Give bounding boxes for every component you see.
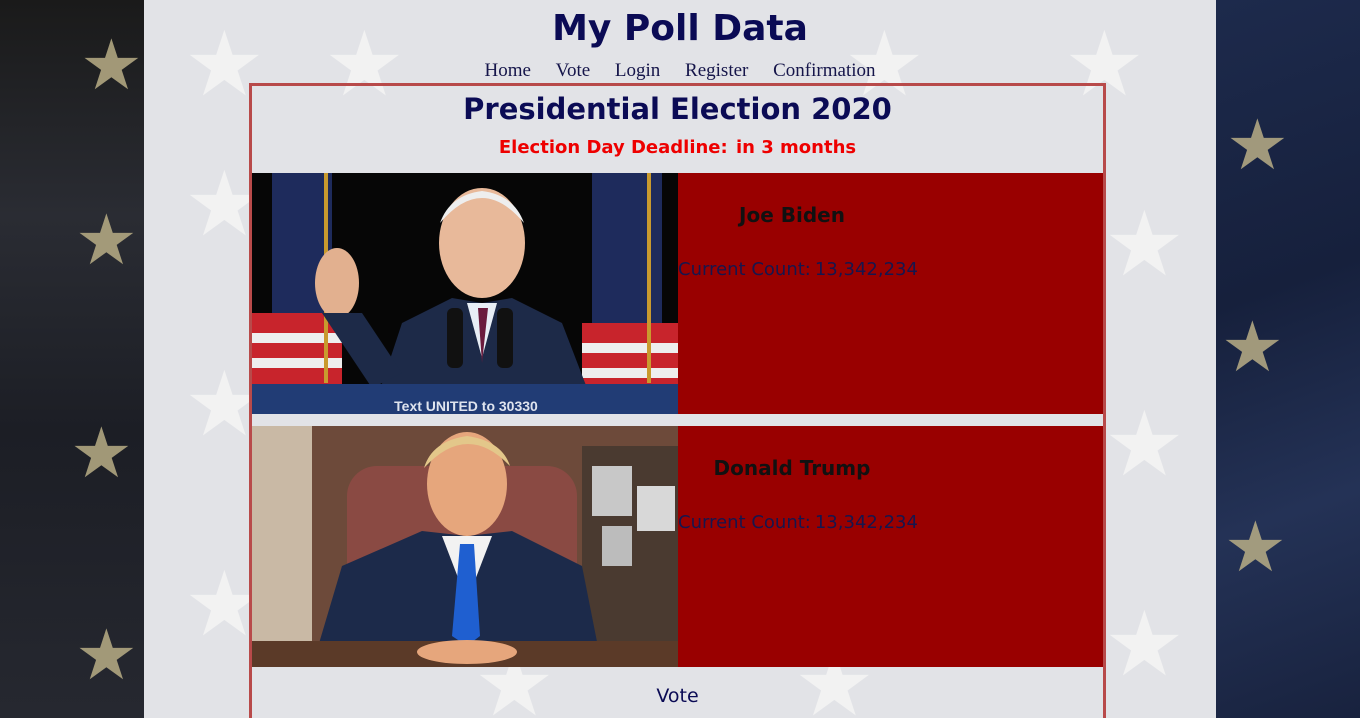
star-icon: ★ (70, 412, 133, 494)
count-value: 13,342,234 (814, 512, 918, 533)
deadline-value: in 3 months (736, 137, 857, 158)
candidate-name: Donald Trump (713, 456, 871, 480)
poll-title: Presidential Election 2020 (463, 92, 892, 126)
vote-button[interactable]: Vote (252, 684, 1103, 708)
star-icon: ★ (1226, 104, 1289, 186)
vote-count: Current Count: 13,342,234 (678, 512, 922, 533)
site-title: My Poll Data (552, 8, 808, 49)
main-nav: Home Vote Login Register Confirmation (144, 60, 1216, 82)
count-label: Current Count: (678, 259, 811, 280)
candidate-photo-trump (252, 426, 678, 667)
candidate-card-trump[interactable]: Donald Trump Current Count: 13,342,234 (252, 426, 1103, 667)
star-icon: ★ (1224, 506, 1287, 588)
star-icon: ★ (1221, 306, 1284, 388)
candidate-card-biden[interactable]: Text UNITED to 30330 Joe Biden Current C… (252, 173, 1103, 414)
candidate-photo-biden: Text UNITED to 30330 (252, 173, 678, 414)
candidate-info-trump: Donald Trump Current Count: 13,342,234 (678, 426, 1103, 667)
nav-register-link[interactable]: Register (685, 60, 748, 81)
background-left: ★ ★ ★ ★ (0, 0, 144, 718)
deadline-label: Election Day Deadline: (498, 137, 728, 158)
nav-confirmation-link[interactable]: Confirmation (773, 60, 875, 81)
nav-home-link[interactable]: Home (484, 60, 530, 81)
star-icon: ★ (75, 614, 138, 696)
candidate-name: Joe Biden (739, 203, 845, 227)
count-label: Current Count: (678, 512, 811, 533)
count-value: 13,342,234 (814, 259, 918, 280)
star-icon: ★ (75, 199, 138, 281)
star-icon: ★ (1104, 392, 1185, 497)
vote-count: Current Count: 13,342,234 (678, 259, 922, 280)
election-deadline: Election Day Deadline: in 3 months (252, 137, 1103, 158)
background-right: ★ ★ ★ (1216, 0, 1360, 718)
poll-container: Presidential Election 2020 Election Day … (249, 83, 1106, 718)
star-icon: ★ (80, 24, 143, 106)
nav-vote-link[interactable]: Vote (556, 60, 590, 81)
page-content: ★ ★ ★ ★ ★ ★ ★ ★ ★ ★ ★ ★ My Poll Data Hom… (144, 0, 1216, 718)
nav-login-link[interactable]: Login (615, 60, 660, 81)
star-icon: ★ (1104, 592, 1185, 697)
star-icon: ★ (1104, 192, 1185, 297)
candidate-info-biden: Joe Biden Current Count: 13,342,234 (678, 173, 1103, 414)
podium-sign: Text UNITED to 30330 (394, 398, 538, 414)
